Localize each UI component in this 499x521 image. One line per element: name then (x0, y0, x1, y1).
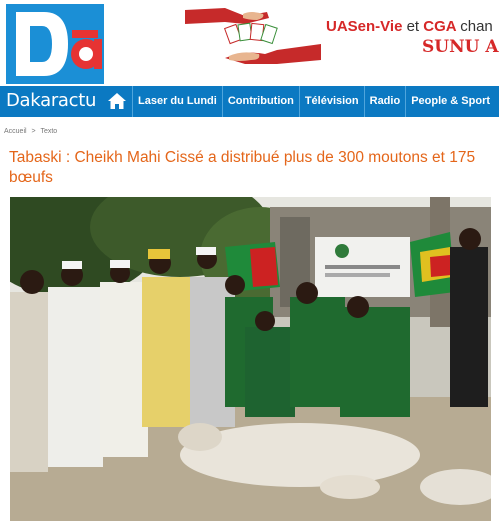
ad-headline: UASen-Vie et CGA chan (326, 18, 493, 35)
nav-item-laser-du-lundi[interactable]: Laser du Lundi (132, 86, 222, 117)
article-photo[interactable] (10, 197, 491, 521)
nav-brand-label: Dakaractu (6, 90, 97, 111)
breadcrumb: Accueil > Texto (4, 128, 60, 135)
nav-menu: Laser du Lundi Contribution Télévision R… (132, 86, 495, 117)
main-nav: Dakaractu Laser du Lundi Contribution Té… (0, 86, 499, 117)
nav-item-radio[interactable]: Radio (363, 86, 406, 117)
ad-banner[interactable]: UASen-Vie et CGA chan SUNU As (185, 4, 499, 66)
nav-item-television[interactable]: Télévision (298, 86, 364, 117)
ad-subline: SUNU As (422, 37, 499, 57)
hands-cards-illustration (185, 8, 321, 64)
breadcrumb-home[interactable]: Accueil (4, 128, 27, 135)
nav-home-link[interactable]: Dakaractu (0, 86, 132, 117)
nav-item-contribution[interactable]: Contribution (221, 86, 299, 117)
home-icon[interactable] (106, 90, 128, 112)
dakaractu-logo[interactable] (6, 4, 104, 84)
breadcrumb-separator: > (31, 128, 36, 135)
breadcrumb-current[interactable]: Texto (40, 128, 57, 135)
nav-item-people-sport[interactable]: People & Sport (405, 86, 495, 117)
site-header: UASen-Vie et CGA chan SUNU As (0, 0, 499, 86)
article-title[interactable]: Tabaski : Cheikh Mahi Cissé a distribué … (9, 148, 491, 188)
